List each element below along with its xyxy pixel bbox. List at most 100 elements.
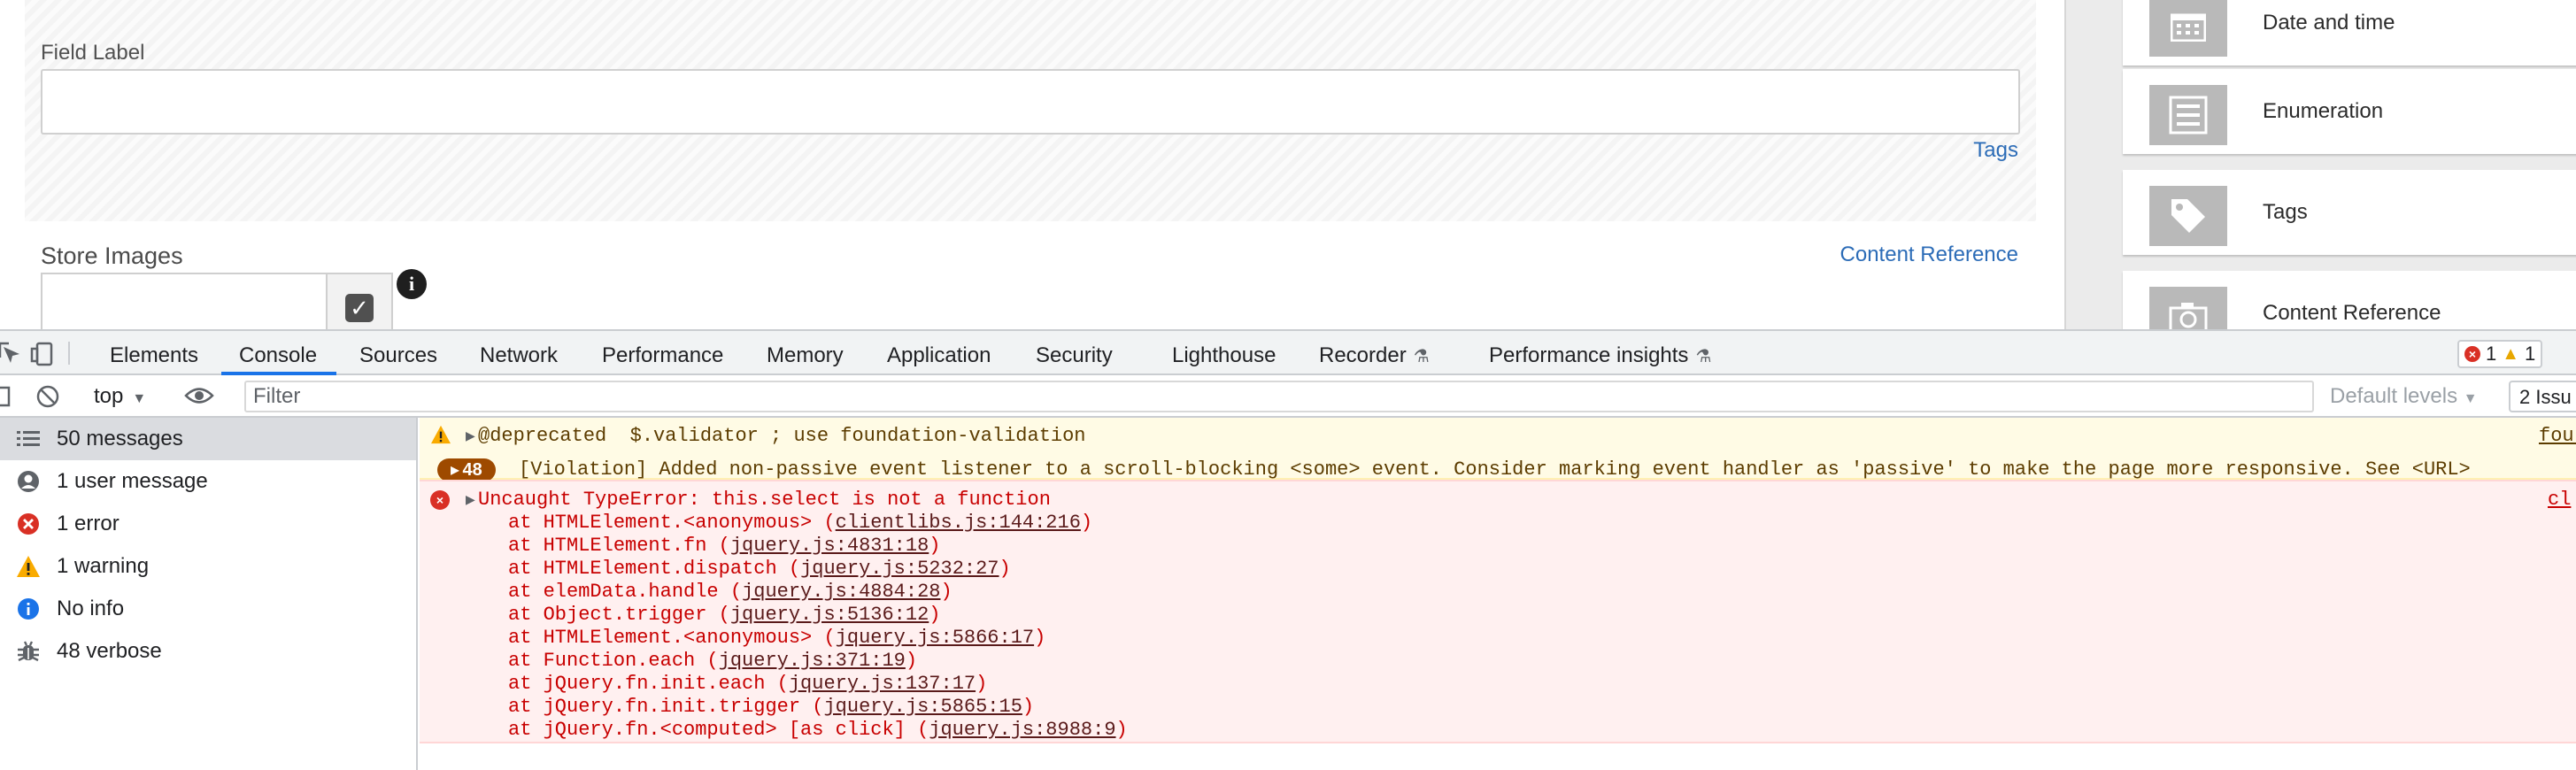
checkmark-icon: ✓	[345, 294, 374, 322]
chevron-down-icon: ▼	[132, 391, 147, 406]
sidebar-toggle-icon[interactable]	[0, 386, 11, 407]
component-enumeration[interactable]: Enumeration	[2123, 69, 2576, 154]
tab-performance-insights[interactable]: Performance insights ⚗	[1489, 343, 1711, 368]
violation-text: [Violation] Added non-passive event list…	[519, 458, 2471, 481]
tab-network[interactable]: Network	[480, 343, 558, 368]
warning-source-link[interactable]: four	[2539, 425, 2576, 447]
stack-location-link[interactable]: jquery.js:4831:18	[730, 535, 929, 557]
stack-paren: )	[999, 558, 1011, 580]
component-date-and-time[interactable]: Date and time	[2123, 0, 2576, 65]
sidebar-item-label: 1 error	[57, 512, 120, 535]
clear-console-icon[interactable]	[36, 385, 59, 408]
eye-icon[interactable]	[184, 384, 214, 412]
stack-paren: )	[1022, 696, 1035, 718]
content-reference-link[interactable]: Content Reference	[1840, 243, 2018, 267]
flask-icon: ⚗	[1413, 347, 1430, 366]
device-toolbar-icon[interactable]	[30, 342, 53, 366]
stack-function: at elemData.handle (	[508, 581, 743, 603]
field-label: Field Label	[41, 41, 145, 65]
expand-triangle-icon[interactable]: ▶	[466, 429, 475, 444]
user-icon	[16, 469, 41, 494]
field-label-input[interactable]	[41, 69, 2020, 135]
tab-elements[interactable]: Elements	[110, 343, 198, 368]
error-message[interactable]: × ▶ Uncaught TypeError: this.select is n…	[420, 480, 2576, 743]
tab-performance[interactable]: Performance	[602, 343, 723, 368]
console-sidebar: 50 messages 1 user message 1 error 1 war…	[0, 418, 418, 770]
component-content-reference[interactable]: Content Reference	[2123, 271, 2576, 329]
info-icon[interactable]: i	[397, 269, 427, 299]
stack-location-link[interactable]: jquery.js:8988:9	[929, 719, 1115, 741]
stack-paren: )	[940, 581, 953, 603]
warning-message[interactable]: ▶ @deprecated $.validator ; use foundati…	[420, 418, 2576, 481]
camera-icon	[2149, 287, 2227, 329]
info-icon	[16, 597, 41, 621]
sidebar-item-label: 48 verbose	[57, 639, 162, 663]
component-panel: Date and time Enumeration Tags Content R…	[2107, 0, 2576, 329]
tab-label: Performance insights	[1489, 343, 1689, 367]
log-levels-dropdown[interactable]: Default levels ▼	[2330, 384, 2478, 409]
stack-location-link[interactable]: jquery.js:4884:28	[742, 581, 940, 603]
tab-recorder[interactable]: Recorder ⚗	[1319, 343, 1430, 368]
devtools-toolbar-icons	[0, 338, 80, 373]
sidebar-item-label: 1 warning	[57, 554, 150, 578]
store-images-checkbox[interactable]: ✓	[326, 273, 393, 329]
console-toolbar: top ▼ Default levels ▼ 2 Issu	[0, 375, 2576, 418]
sidebar-item-user-messages[interactable]: 1 user message	[0, 460, 416, 503]
sidebar-item-info[interactable]: No info	[0, 588, 416, 630]
error-count: 1	[2486, 343, 2497, 365]
repeat-count-badge[interactable]: ▶ 48	[437, 458, 496, 481]
list-icon	[16, 427, 41, 451]
stack-location-link[interactable]: jquery.js:5865:15	[823, 696, 1022, 718]
stack-function: at HTMLElement.<anonymous> (	[508, 627, 836, 649]
stack-location-link[interactable]: jquery.js:5232:27	[800, 558, 999, 580]
stack-frame: at Function.each (jquery.js:371:19)	[508, 650, 917, 672]
error-icon: ×	[430, 490, 450, 510]
error-source-link[interactable]: cl	[2548, 489, 2571, 511]
stack-frame: at HTMLElement.<anonymous> (clientlibs.j…	[508, 512, 1092, 534]
tab-memory[interactable]: Memory	[767, 343, 844, 368]
tab-sources[interactable]: Sources	[359, 343, 437, 368]
stack-location-link[interactable]: jquery.js:137:17	[789, 673, 976, 695]
repeat-count: 48	[462, 459, 482, 480]
stack-paren: )	[1034, 627, 1046, 649]
sidebar-item-errors[interactable]: 1 error	[0, 503, 416, 545]
sidebar-item-verbose[interactable]: 48 verbose	[0, 630, 416, 673]
error-warning-counter[interactable]: × 1 ▲ 1	[2457, 340, 2543, 368]
calendar-icon	[2149, 0, 2227, 57]
levels-label: Default levels	[2330, 384, 2458, 408]
warning-text: @deprecated $.validator ; use foundation…	[478, 425, 1086, 447]
inspect-element-icon[interactable]	[0, 342, 19, 363]
stack-function: at Object.trigger (	[508, 604, 730, 626]
expand-triangle-icon[interactable]: ▶	[466, 493, 475, 508]
sidebar-item-label: 50 messages	[57, 427, 183, 450]
stack-location-link[interactable]: clientlibs.js:144:216	[836, 512, 1081, 534]
devtools-panel: Elements Console Sources Network Perform…	[0, 329, 2576, 770]
sidebar-item-warnings[interactable]: 1 warning	[0, 545, 416, 588]
component-label: Date and time	[2263, 11, 2395, 35]
tab-application[interactable]: Application	[887, 343, 991, 368]
stack-function: at HTMLElement.dispatch (	[508, 558, 801, 580]
stack-frame: at jQuery.fn.<computed> [as click] (jque…	[508, 719, 1128, 741]
stack-function: at jQuery.fn.init.each (	[508, 673, 789, 695]
stack-paren: )	[929, 604, 941, 626]
issues-button[interactable]: 2 Issu	[2509, 381, 2576, 412]
list-icon	[2149, 85, 2227, 145]
error-text: Uncaught TypeError: this.select is not a…	[478, 489, 1051, 511]
tab-lighthouse[interactable]: Lighthouse	[1172, 343, 1276, 368]
store-images-input[interactable]	[41, 273, 328, 329]
tab-label: Recorder	[1319, 343, 1407, 367]
stack-location-link[interactable]: jquery.js:371:19	[719, 650, 906, 672]
stack-function: at HTMLElement.<anonymous> (	[508, 512, 836, 534]
tab-security[interactable]: Security	[1036, 343, 1113, 368]
tab-console[interactable]: Console	[239, 343, 317, 368]
stack-location-link[interactable]: jquery.js:5866:17	[836, 627, 1034, 649]
filter-input[interactable]	[244, 381, 2314, 412]
stack-function: at Function.each (	[508, 650, 719, 672]
sidebar-item-messages[interactable]: 50 messages	[0, 418, 416, 460]
context-selector[interactable]: top ▼	[94, 384, 146, 409]
stack-location-link[interactable]: jquery.js:5136:12	[730, 604, 929, 626]
component-tags[interactable]: Tags	[2123, 170, 2576, 255]
bug-icon	[16, 639, 41, 664]
tags-link[interactable]: Tags	[1973, 138, 2018, 163]
warning-icon	[16, 554, 41, 579]
